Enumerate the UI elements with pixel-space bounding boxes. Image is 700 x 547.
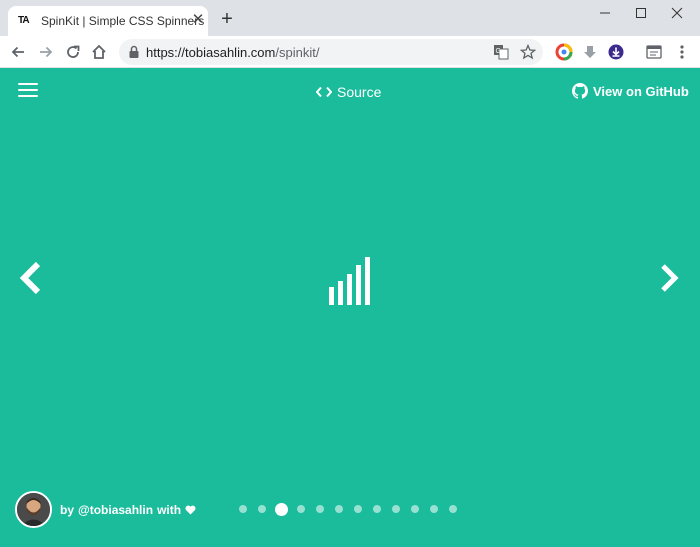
pagination-dot[interactable] (258, 505, 266, 513)
download-arrow-icon[interactable] (581, 43, 599, 61)
spinner-bar-2 (338, 281, 343, 305)
pagination-dot[interactable] (411, 505, 419, 513)
pagination-dot[interactable] (392, 505, 400, 513)
browser-tab[interactable]: TA SpinKit | Simple CSS Spinners ✕ (8, 6, 208, 36)
reload-button[interactable] (62, 41, 84, 63)
window-close-button[interactable] (664, 2, 690, 24)
spinner-bar-1 (329, 287, 334, 305)
back-icon (11, 46, 24, 58)
author-avatar[interactable] (15, 491, 52, 528)
credit-text: by @tobiasahlin with (60, 503, 196, 517)
forward-icon (40, 46, 53, 58)
pagination-dot[interactable] (449, 505, 457, 513)
back-button[interactable] (7, 41, 29, 63)
home-icon (92, 44, 106, 59)
window-minimize-button[interactable] (592, 2, 618, 24)
spinner-bar-5 (365, 257, 370, 305)
spinkit-page: Source View on GitHub by @tobiasahlin wi… (0, 68, 700, 547)
next-spinner-arrow-icon[interactable] (658, 263, 680, 293)
forward-button[interactable] (35, 41, 57, 63)
tab-close-icon[interactable]: ✕ (190, 12, 206, 28)
profile-extension-icon[interactable] (645, 43, 663, 61)
new-tab-button[interactable]: + (218, 9, 236, 29)
home-button[interactable] (88, 41, 110, 63)
download-manager-icon[interactable] (607, 43, 625, 61)
wave-spinner (329, 257, 370, 305)
pagination-dot[interactable] (297, 505, 305, 513)
github-label: View on GitHub (593, 83, 689, 99)
by-label: by (60, 502, 75, 517)
tab-favicon-icon: TA (18, 15, 30, 26)
author-credit: by @tobiasahlin with (15, 491, 196, 528)
author-handle-link[interactable]: @tobiasahlin (78, 503, 153, 517)
pagination-dot[interactable] (373, 505, 381, 513)
pagination-dot[interactable] (239, 505, 247, 513)
pagination-dot-active[interactable] (275, 502, 288, 516)
svg-text:G: G (496, 48, 501, 55)
lock-icon (129, 45, 139, 58)
tab-strip: TA SpinKit | Simple CSS Spinners ✕ + (0, 0, 700, 36)
browser-menu-icon[interactable] (673, 43, 691, 61)
pagination-dot[interactable] (316, 505, 324, 513)
pagination-dot[interactable] (430, 505, 438, 513)
window-maximize-button[interactable] (628, 2, 654, 24)
extension-chrome-icon[interactable] (555, 43, 573, 61)
tab-title: SpinKit | Simple CSS Spinners (41, 14, 205, 28)
address-bar[interactable]: https://tobiasahlin.com/spinkit/ G (119, 39, 543, 65)
view-on-github-link[interactable]: View on GitHub (572, 82, 689, 100)
github-icon (572, 83, 588, 99)
star-icon[interactable] (519, 43, 537, 60)
pagination-dot[interactable] (335, 505, 343, 513)
reload-icon (67, 45, 80, 58)
translate-icon[interactable]: G (493, 44, 509, 60)
spinner-bar-4 (356, 265, 361, 305)
spinner-pagination (239, 502, 468, 516)
browser-toolbar: https://tobiasahlin.com/spinkit/ G (0, 36, 700, 68)
url-text: https://tobiasahlin.com/spinkit/ (146, 45, 320, 60)
source-link[interactable]: Source (316, 83, 381, 101)
spinner-bar-3 (347, 274, 352, 305)
pagination-dot[interactable] (354, 505, 362, 513)
previous-spinner-arrow-icon[interactable] (18, 261, 42, 295)
with-label: with (157, 502, 182, 517)
code-icon (316, 86, 332, 98)
hamburger-menu-icon[interactable] (18, 83, 38, 97)
heart-icon (185, 505, 196, 514)
source-label: Source (337, 84, 382, 100)
